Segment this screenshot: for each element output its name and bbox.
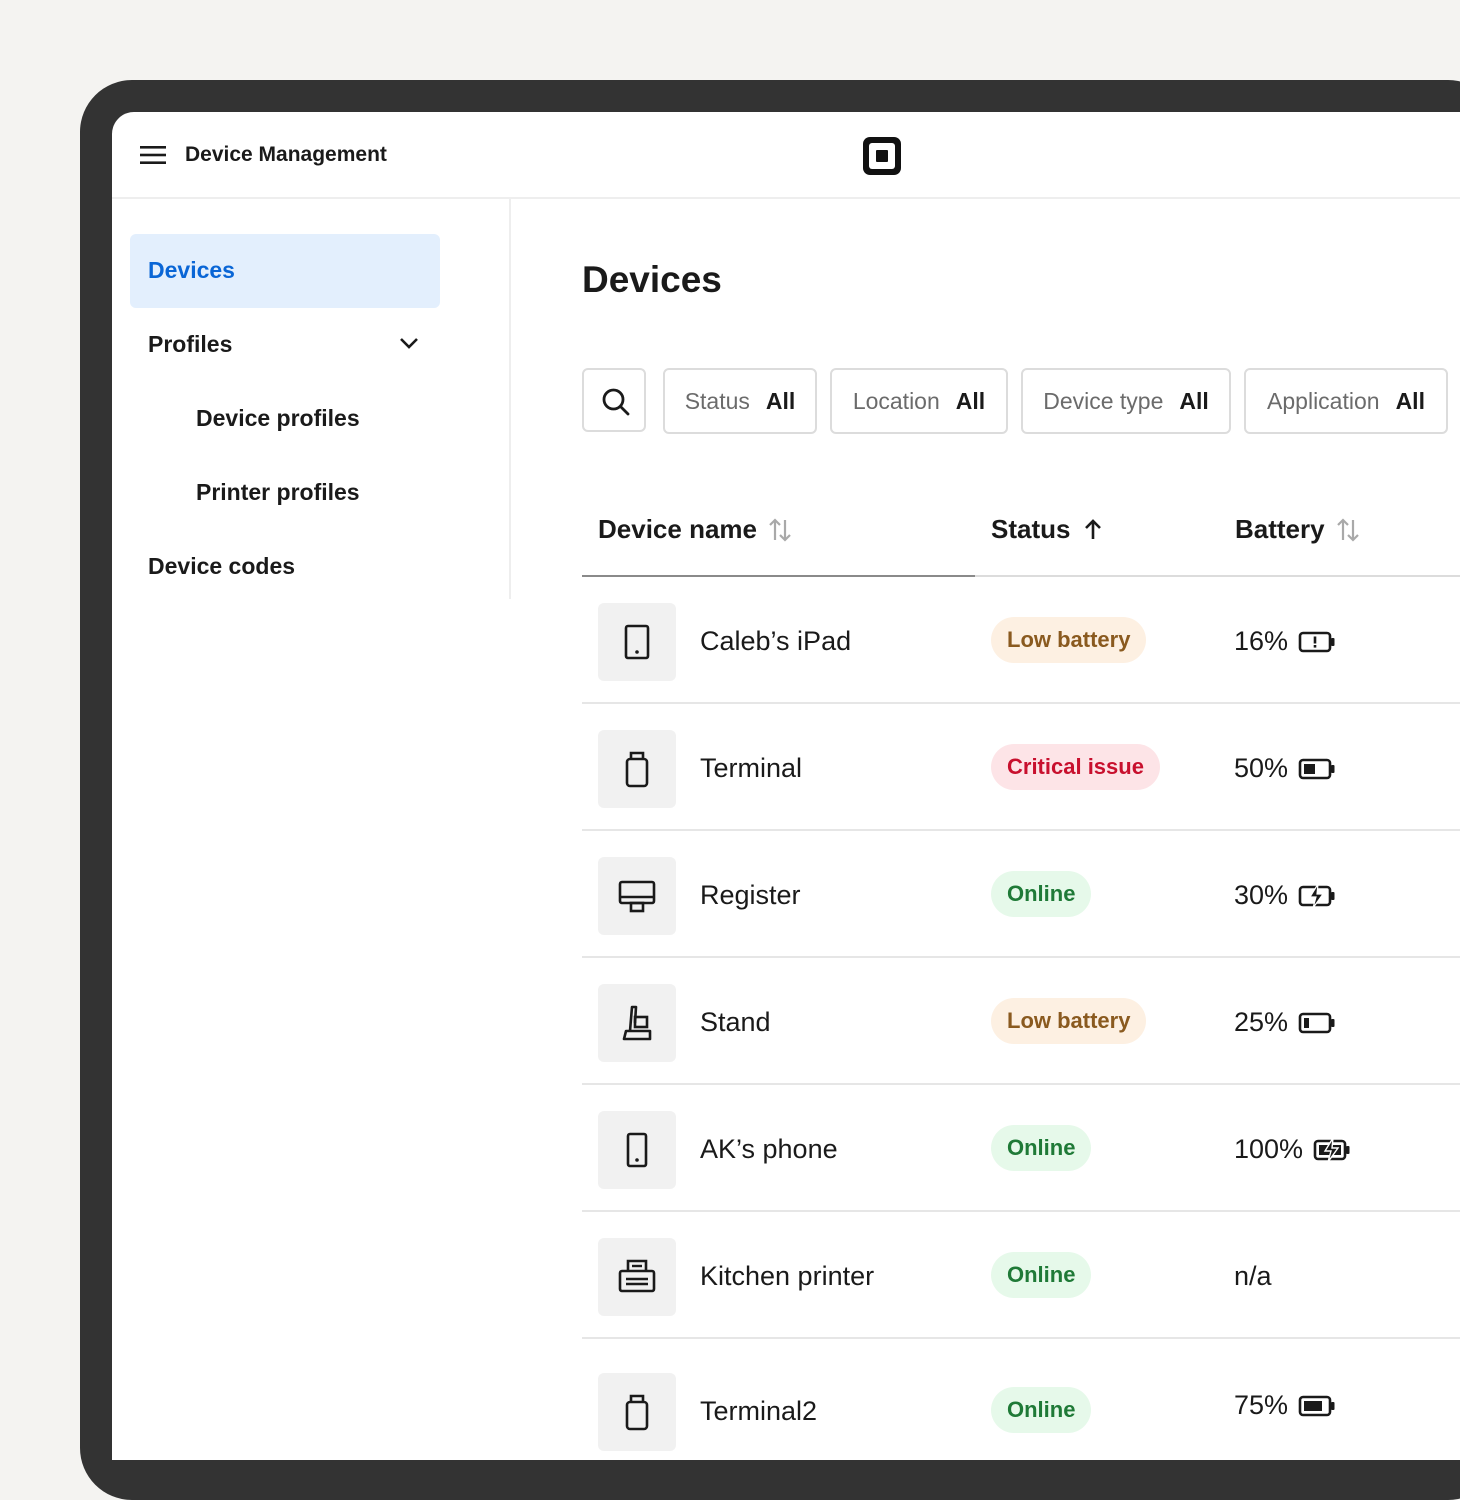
battery-level: n/a: [1234, 1261, 1272, 1291]
column-header-label: Device name: [598, 514, 757, 544]
column-header-status[interactable]: Status: [991, 514, 1106, 545]
device-name: Terminal: [700, 753, 803, 783]
status-badge: Online: [991, 1387, 1092, 1433]
register-icon: [598, 857, 676, 935]
sidebar-item-device-profiles[interactable]: Device profiles: [130, 382, 440, 456]
device-name: Kitchen printer: [700, 1261, 875, 1291]
filter-label: Location: [852, 387, 940, 414]
battery-cell: 25%: [1234, 1007, 1336, 1038]
battery-charging-icon: [1298, 883, 1335, 908]
battery-three-quarter-icon: [1298, 1395, 1335, 1416]
status-badge: Low battery: [991, 998, 1147, 1044]
table-row[interactable]: Terminal2 Online 75%: [582, 1339, 1460, 1460]
sidebar-item-profiles[interactable]: Profiles: [130, 308, 440, 382]
sidebar-item-label: Devices: [148, 257, 235, 283]
sidebar-item-printer-profiles[interactable]: Printer profiles: [130, 456, 440, 530]
battery-cell: 100%: [1234, 1134, 1351, 1165]
sidebar-item-label: Printer profiles: [196, 479, 360, 505]
sort-icon: [769, 517, 791, 542]
filter-value: All: [765, 387, 796, 414]
battery-level: 16%: [1234, 626, 1289, 656]
battery-cell: 16%: [1234, 626, 1336, 657]
battery-level: 50%: [1234, 753, 1289, 783]
table-row[interactable]: Terminal Critical issue 50%: [582, 704, 1460, 831]
sidebar-item-device-codes[interactable]: Device codes: [130, 530, 440, 604]
battery-alert-icon: [1298, 631, 1335, 652]
table-row[interactable]: Kitchen printer Online n/a: [582, 1212, 1460, 1339]
filter-label: Device type: [1043, 387, 1164, 414]
terminal-icon: [598, 730, 676, 808]
battery-cell: 75%: [1234, 1390, 1336, 1421]
device-name: Terminal2: [700, 1396, 818, 1426]
status-badge: Critical issue: [991, 744, 1160, 790]
device-name: Stand: [700, 1007, 771, 1037]
status-badge: Online: [991, 871, 1092, 917]
search-button[interactable]: [582, 368, 646, 432]
status-badge: Low battery: [991, 617, 1147, 663]
filter-label: Application: [1267, 387, 1380, 414]
status-badge: Online: [991, 1125, 1092, 1171]
phone-icon: [598, 1111, 676, 1189]
hamburger-menu-icon[interactable]: [138, 143, 168, 167]
battery-low-icon: [1298, 1012, 1335, 1033]
sidebar-item-label: Device codes: [148, 553, 296, 579]
battery-level: 30%: [1234, 880, 1289, 910]
terminal-icon: [598, 1373, 676, 1451]
column-header-label: Battery: [1235, 514, 1325, 544]
status-filter[interactable]: Status All: [663, 368, 817, 434]
tablet-icon: [598, 603, 676, 681]
column-header-label: Status: [991, 514, 1071, 544]
sidebar-item-devices[interactable]: Devices: [130, 234, 440, 308]
status-badge: Online: [991, 1252, 1092, 1298]
app-title: Device Management: [185, 143, 387, 166]
sidebar-item-label: Profiles: [148, 331, 233, 357]
table-row[interactable]: Register Online 30%: [582, 831, 1460, 958]
page-title: Devices: [582, 259, 722, 300]
app-screen: Device Management Devices Profiles Devic…: [112, 112, 1460, 1460]
stand-icon: [598, 984, 676, 1062]
filter-value: All: [955, 387, 986, 414]
table-row[interactable]: AK’s phone Online 100%: [582, 1085, 1460, 1212]
device-name: Register: [700, 880, 801, 910]
sort-icon: [1336, 517, 1359, 542]
battery-cell: n/a: [1234, 1261, 1272, 1292]
filter-label: Status: [684, 387, 750, 414]
table-row[interactable]: Stand Low battery 25%: [582, 958, 1460, 1085]
device-name: AK’s phone: [700, 1134, 838, 1164]
application-filter[interactable]: Application All: [1244, 368, 1448, 434]
column-header-device-name[interactable]: Device name: [598, 514, 793, 545]
battery-cell: 50%: [1234, 753, 1336, 784]
location-filter[interactable]: Location All: [830, 368, 1008, 434]
table-row[interactable]: Caleb’s iPad Low battery 16%: [582, 577, 1460, 704]
chevron-down-icon: [400, 338, 418, 349]
search-icon: [602, 388, 630, 416]
sort-ascending-icon: [1085, 518, 1102, 539]
column-header-battery[interactable]: Battery: [1235, 514, 1361, 545]
battery-full-charging-icon: [1313, 1137, 1350, 1162]
battery-level: 25%: [1234, 1007, 1289, 1037]
device-name: Caleb’s iPad: [700, 626, 852, 656]
top-bar: Device Management: [112, 112, 1460, 199]
battery-half-icon: [1298, 758, 1335, 779]
battery-level: 75%: [1234, 1390, 1289, 1420]
battery-level: 100%: [1234, 1134, 1304, 1164]
sidebar-item-label: Device profiles: [196, 405, 360, 431]
square-logo-icon[interactable]: [863, 137, 901, 175]
battery-cell: 30%: [1234, 880, 1336, 911]
filter-value: All: [1395, 387, 1425, 414]
printer-icon: [598, 1238, 676, 1316]
device-type-filter[interactable]: Device type All: [1021, 368, 1231, 434]
filter-value: All: [1179, 387, 1209, 414]
sidebar: Devices Profiles Device profiles Printer…: [112, 199, 511, 599]
